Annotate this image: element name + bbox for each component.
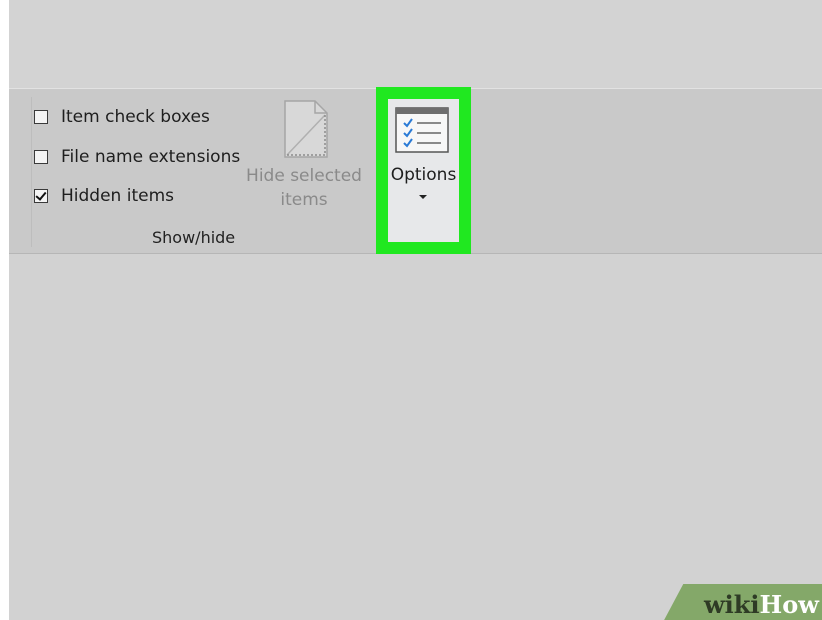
hide-selected-items-button[interactable]: Hide selected items xyxy=(240,98,368,216)
item-check-boxes-checkbox[interactable] xyxy=(34,110,48,124)
file-name-extensions-checkbox[interactable] xyxy=(34,150,48,164)
hidden-items-checkbox[interactable] xyxy=(34,189,48,203)
item-check-boxes-label: Item check boxes xyxy=(61,107,210,127)
wikihow-watermark: wikiHow xyxy=(704,590,819,619)
ribbon-group-separator xyxy=(31,97,32,247)
watermark-part2: How xyxy=(759,590,819,619)
chevron-down-icon[interactable] xyxy=(419,195,427,199)
document-hide-icon xyxy=(284,100,328,158)
hidden-items-label: Hidden items xyxy=(61,186,174,206)
show-hide-group-label: Show/hide xyxy=(152,228,236,247)
window-top-area xyxy=(9,0,822,88)
hide-selected-line2: items xyxy=(280,190,328,210)
left-edge xyxy=(0,0,9,620)
file-name-extensions-label: File name extensions xyxy=(61,147,241,167)
options-checklist-icon xyxy=(395,107,449,153)
options-button[interactable]: Options xyxy=(376,87,471,254)
hide-selected-line1: Hide selected xyxy=(246,166,362,186)
hide-selected-items-label: Hide selected items xyxy=(240,164,368,212)
hidden-items-option[interactable]: Hidden items xyxy=(34,185,174,207)
watermark-part1: wiki xyxy=(704,590,760,619)
options-label: Options xyxy=(390,165,457,185)
file-name-extensions-option[interactable]: File name extensions xyxy=(34,146,240,168)
screenshot-stage: Item check boxes File name extensions Hi… xyxy=(0,0,822,620)
item-check-boxes-option[interactable]: Item check boxes xyxy=(34,106,210,128)
